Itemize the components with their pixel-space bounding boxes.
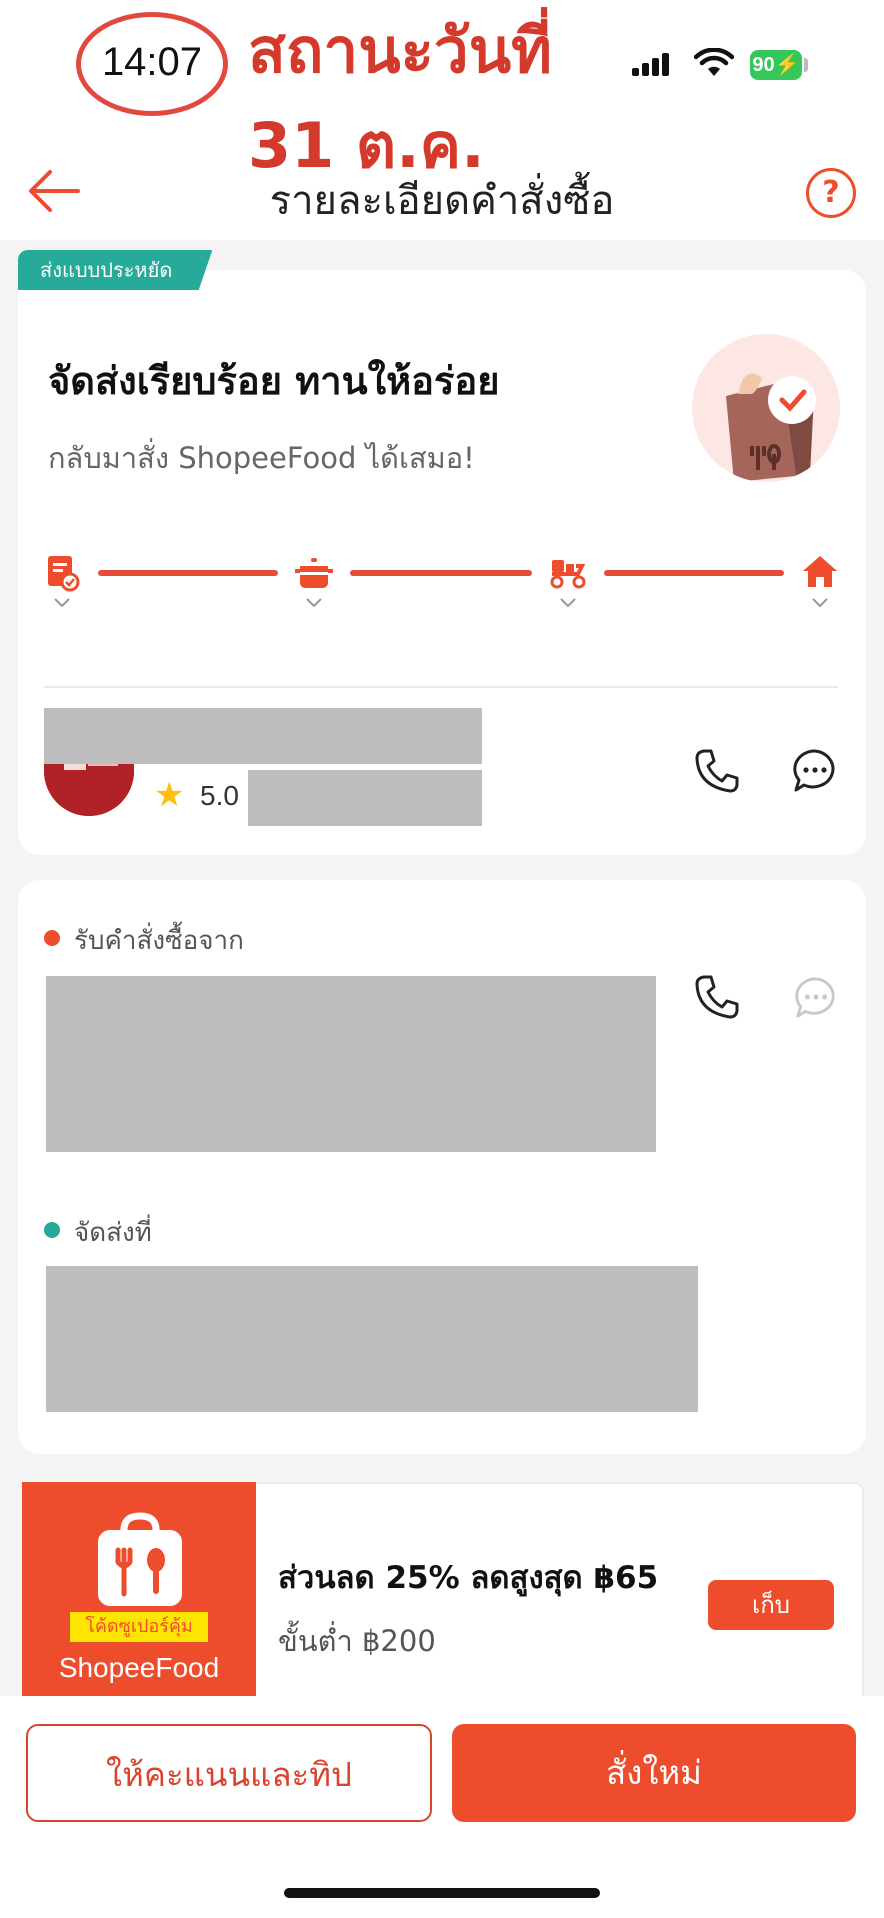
scooter-icon — [550, 560, 586, 589]
chevron-down-icon[interactable] — [560, 598, 576, 608]
progress-segment-3 — [604, 570, 784, 576]
home-icon — [803, 556, 837, 587]
home-indicator[interactable] — [284, 1888, 600, 1898]
chevron-down-icon[interactable] — [54, 598, 70, 608]
redacted-driver-info — [248, 770, 482, 826]
star-icon: ★ — [154, 775, 185, 815]
annotation-text-date-label: สถานะวันที่ — [248, 14, 552, 87]
collect-voucher-button[interactable]: เก็บ — [708, 1580, 834, 1630]
redacted-driver-name — [44, 708, 482, 764]
order-confirmed-icon — [48, 556, 80, 592]
dropoff-label: จัดส่งที่ — [74, 1218, 152, 1248]
voucher-tag: โค้ดซูเปอร์คุ้ม — [70, 1612, 208, 1642]
chevron-down-icon[interactable] — [306, 598, 322, 608]
wifi-icon — [694, 48, 734, 76]
status-time: 14:07 — [101, 40, 203, 84]
reorder-button[interactable]: สั่งใหม่ — [452, 1724, 856, 1822]
rate-and-tip-button[interactable]: ให้คะแนนและทิป — [26, 1724, 432, 1822]
pickup-dot — [44, 930, 60, 946]
restaurant-chat-icon — [795, 977, 835, 1018]
cellular-signal-icon — [632, 53, 669, 76]
help-icon[interactable]: ? — [806, 168, 856, 218]
voucher-title: ส่วนลด 25% ลดสูงสุด ฿65 — [278, 1560, 659, 1596]
pickup-label: รับคำสั่งซื้อจาก — [74, 926, 244, 956]
status-subtitle: กลับมาสั่ง ShopeeFood ได้เสมอ! — [48, 441, 475, 475]
cooking-pot-icon — [295, 558, 333, 588]
chevron-down-icon[interactable] — [812, 598, 828, 608]
divider — [44, 686, 838, 688]
progress-segment-1 — [98, 570, 278, 576]
restaurant-phone-icon[interactable] — [694, 974, 740, 1020]
shopeefood-bag-icon — [98, 1512, 182, 1606]
redacted-restaurant-info — [46, 976, 656, 1152]
progress-segment-2 — [350, 570, 532, 576]
battery-tip — [804, 58, 808, 72]
delivered-bag-illustration — [692, 334, 840, 482]
dropoff-dot — [44, 1222, 60, 1238]
phone-icon[interactable] — [694, 748, 740, 794]
page-title: รายละเอียดคำสั่งซื้อ — [269, 178, 615, 224]
voucher-brand: ShopeeFood — [58, 1652, 220, 1683]
shipping-type-badge: ส่งแบบประหยัด — [18, 250, 213, 290]
voucher-minimum: ขั้นต่ำ ฿200 — [278, 1624, 436, 1658]
chat-icon[interactable] — [792, 748, 838, 794]
driver-rating: 5.0 — [200, 780, 239, 811]
status-title: จัดส่งเรียบร้อย ทานให้อร่อย — [48, 359, 500, 403]
redacted-delivery-address — [46, 1266, 698, 1412]
battery-indicator: 90⚡ — [750, 50, 802, 80]
